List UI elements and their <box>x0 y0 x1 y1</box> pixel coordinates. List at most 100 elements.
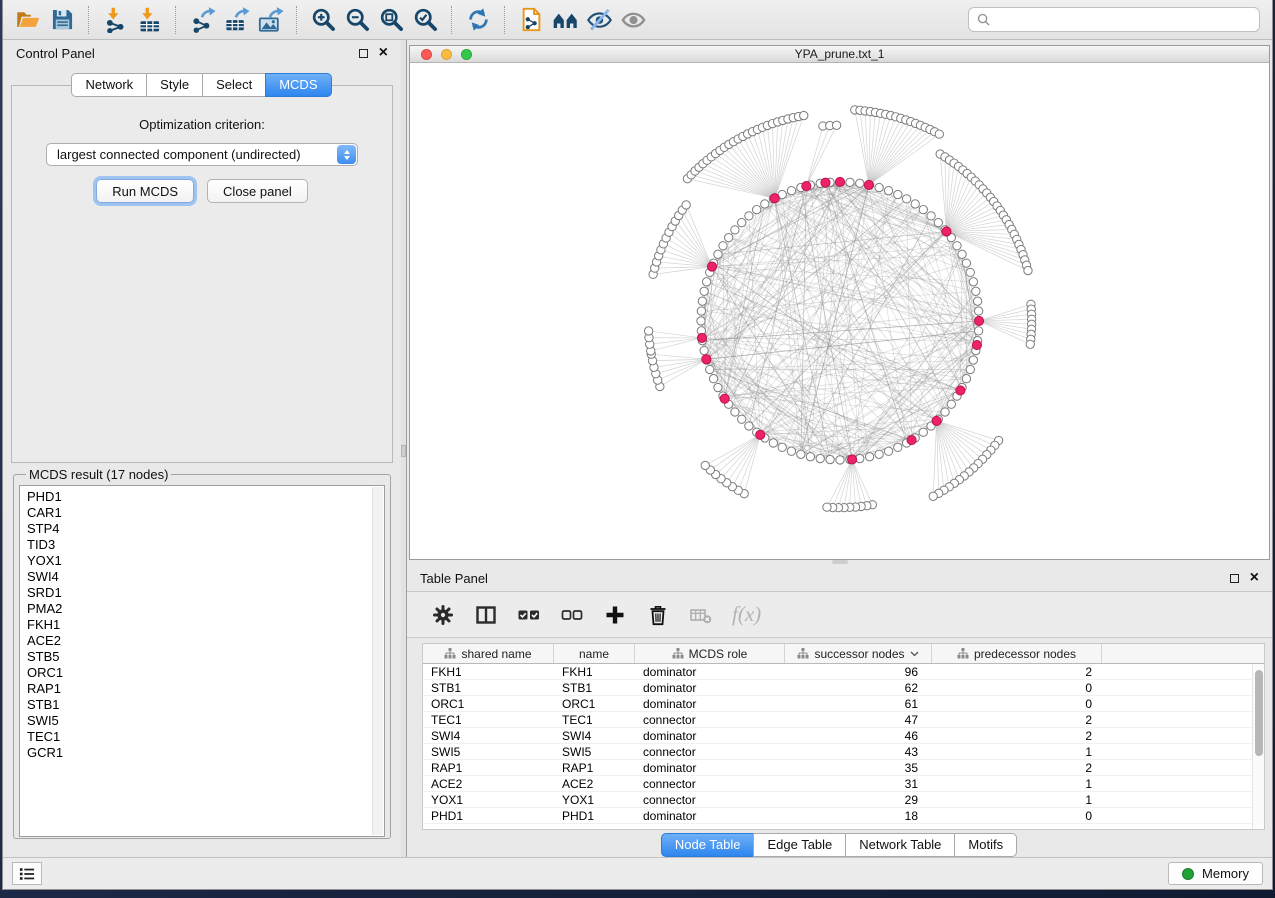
export-image-icon[interactable] <box>253 4 287 36</box>
search-input[interactable] <box>996 13 1251 27</box>
table-row[interactable]: ORC1ORC1dominator610 <box>423 696 1264 712</box>
tab-motifs[interactable]: Motifs <box>954 833 1017 857</box>
tab-style[interactable]: Style <box>146 73 203 97</box>
minimize-window-icon[interactable] <box>441 49 452 60</box>
memory-button[interactable]: Memory <box>1168 862 1263 885</box>
show-graphics-details-icon[interactable] <box>582 4 616 36</box>
cell-successor_nodes: 62 <box>785 680 932 695</box>
result-node-item[interactable]: YOX1 <box>27 553 384 569</box>
column-header-predecessor-nodes[interactable]: predecessor nodes <box>932 644 1102 663</box>
open-file-icon[interactable] <box>11 4 45 36</box>
export-table-icon[interactable] <box>219 4 253 36</box>
cell-name: FKH1 <box>554 664 635 679</box>
apply-layout-icon[interactable] <box>461 4 495 36</box>
delete-column-icon[interactable] <box>646 603 670 627</box>
splitter-grip[interactable] <box>832 560 848 564</box>
result-node-item[interactable]: SRD1 <box>27 585 384 601</box>
result-node-item[interactable]: SWI5 <box>27 713 384 729</box>
tab-network[interactable]: Network <box>71 73 147 97</box>
table-row[interactable]: TEC1TEC1connector472 <box>423 712 1264 728</box>
control-panel-title: Control Panel <box>16 46 95 61</box>
result-scrollbar[interactable] <box>372 487 383 835</box>
float-panel-icon[interactable] <box>359 49 368 58</box>
close-panel-button[interactable]: Close panel <box>207 179 308 203</box>
birdseye-view-icon[interactable] <box>616 4 650 36</box>
table-row[interactable]: STB1STB1dominator620 <box>423 680 1264 696</box>
add-column-icon[interactable] <box>603 603 627 627</box>
zoom-fit-icon[interactable] <box>374 4 408 36</box>
table-row[interactable]: PHD1PHD1dominator180 <box>423 808 1264 824</box>
cell-successor_nodes: 61 <box>785 696 932 711</box>
tab-mcds[interactable]: MCDS <box>265 73 331 97</box>
result-node-item[interactable]: TEC1 <box>27 729 384 745</box>
zoom-selected-icon[interactable] <box>408 4 442 36</box>
column-header-MCDS-role[interactable]: MCDS role <box>635 644 785 663</box>
optimization-criterion-label: Optimization criterion: <box>12 117 392 132</box>
split-columns-icon[interactable] <box>474 603 498 627</box>
cell-shared_name: ORC1 <box>423 696 554 711</box>
column-header-name[interactable]: name <box>554 644 635 663</box>
network-from-selection-icon[interactable] <box>514 4 548 36</box>
table-row[interactable]: RAP1RAP1dominator352 <box>423 760 1264 776</box>
dropdown-stepper-icon <box>337 145 356 164</box>
deselect-all-checkboxes-icon[interactable] <box>560 603 584 627</box>
result-node-item[interactable]: STB1 <box>27 697 384 713</box>
select-all-checkboxes-icon[interactable] <box>517 603 541 627</box>
settings-gear-icon[interactable] <box>431 603 455 627</box>
import-table-icon[interactable] <box>132 4 166 36</box>
tab-edge-table[interactable]: Edge Table <box>753 833 846 857</box>
network-graph[interactable] <box>410 63 1269 559</box>
result-node-item[interactable]: SWI4 <box>27 569 384 585</box>
result-node-item[interactable]: PHD1 <box>27 489 384 505</box>
network-window-title: YPA_prune.txt_1 <box>795 47 885 61</box>
table-row[interactable]: SWI4SWI4dominator462 <box>423 728 1264 744</box>
close-panel-icon[interactable]: × <box>379 48 388 58</box>
first-neighbors-icon[interactable] <box>548 4 582 36</box>
result-node-item[interactable]: STP4 <box>27 521 384 537</box>
network-canvas[interactable] <box>410 63 1269 559</box>
table-row[interactable]: YOX1YOX1connector291 <box>423 792 1264 808</box>
export-network-icon[interactable] <box>185 4 219 36</box>
tab-select[interactable]: Select <box>202 73 266 97</box>
result-node-item[interactable]: PMA2 <box>27 601 384 617</box>
tab-node-table[interactable]: Node Table <box>661 833 755 857</box>
column-header-successor-nodes[interactable]: successor nodes <box>785 644 932 663</box>
result-node-item[interactable]: ACE2 <box>27 633 384 649</box>
float-panel-icon[interactable] <box>1230 574 1239 583</box>
zoom-out-icon[interactable] <box>340 4 374 36</box>
result-node-item[interactable]: GCR1 <box>27 745 384 761</box>
table-row[interactable]: ACE2ACE2connector311 <box>423 776 1264 792</box>
search-box[interactable] <box>968 7 1260 32</box>
cell-predecessor_nodes: 2 <box>932 760 1102 775</box>
tab-network-table[interactable]: Network Table <box>845 833 955 857</box>
mcds-result-list[interactable]: PHD1CAR1STP4TID3YOX1SWI4SRD1PMA2FKH1ACE2… <box>19 485 385 837</box>
splitter-grip[interactable] <box>401 445 406 457</box>
result-node-item[interactable]: TID3 <box>27 537 384 553</box>
optimization-criterion-select[interactable]: largest connected component (undirected) <box>46 143 358 166</box>
table-row[interactable]: FKH1FKH1dominator962 <box>423 664 1264 680</box>
toolbar-separator <box>451 6 452 34</box>
cell-name: YOX1 <box>554 792 635 807</box>
column-header-shared-name[interactable]: shared name <box>423 644 554 663</box>
save-session-icon[interactable] <box>45 4 79 36</box>
close-panel-icon[interactable]: × <box>1250 573 1259 583</box>
network-window-titlebar[interactable]: YPA_prune.txt_1 <box>410 46 1269 63</box>
cell-shared_name: RAP1 <box>423 760 554 775</box>
import-network-icon[interactable] <box>98 4 132 36</box>
run-mcds-button[interactable]: Run MCDS <box>96 179 194 203</box>
table-row[interactable]: SWI5SWI5connector431 <box>423 744 1264 760</box>
zoom-in-icon[interactable] <box>306 4 340 36</box>
network-window: YPA_prune.txt_1 <box>409 45 1270 560</box>
result-node-item[interactable]: RAP1 <box>27 681 384 697</box>
result-node-item[interactable]: FKH1 <box>27 617 384 633</box>
result-node-item[interactable]: CAR1 <box>27 505 384 521</box>
scrollbar-thumb[interactable] <box>1255 670 1263 756</box>
task-history-button[interactable] <box>12 862 42 885</box>
result-node-item[interactable]: ORC1 <box>27 665 384 681</box>
result-node-item[interactable]: STB5 <box>27 649 384 665</box>
tree-column-icon <box>957 648 969 659</box>
close-window-icon[interactable] <box>421 49 432 60</box>
table-scrollbar[interactable] <box>1252 664 1264 829</box>
node-table[interactable]: shared namenameMCDS rolesuccessor nodesp… <box>422 643 1265 830</box>
maximize-window-icon[interactable] <box>461 49 472 60</box>
